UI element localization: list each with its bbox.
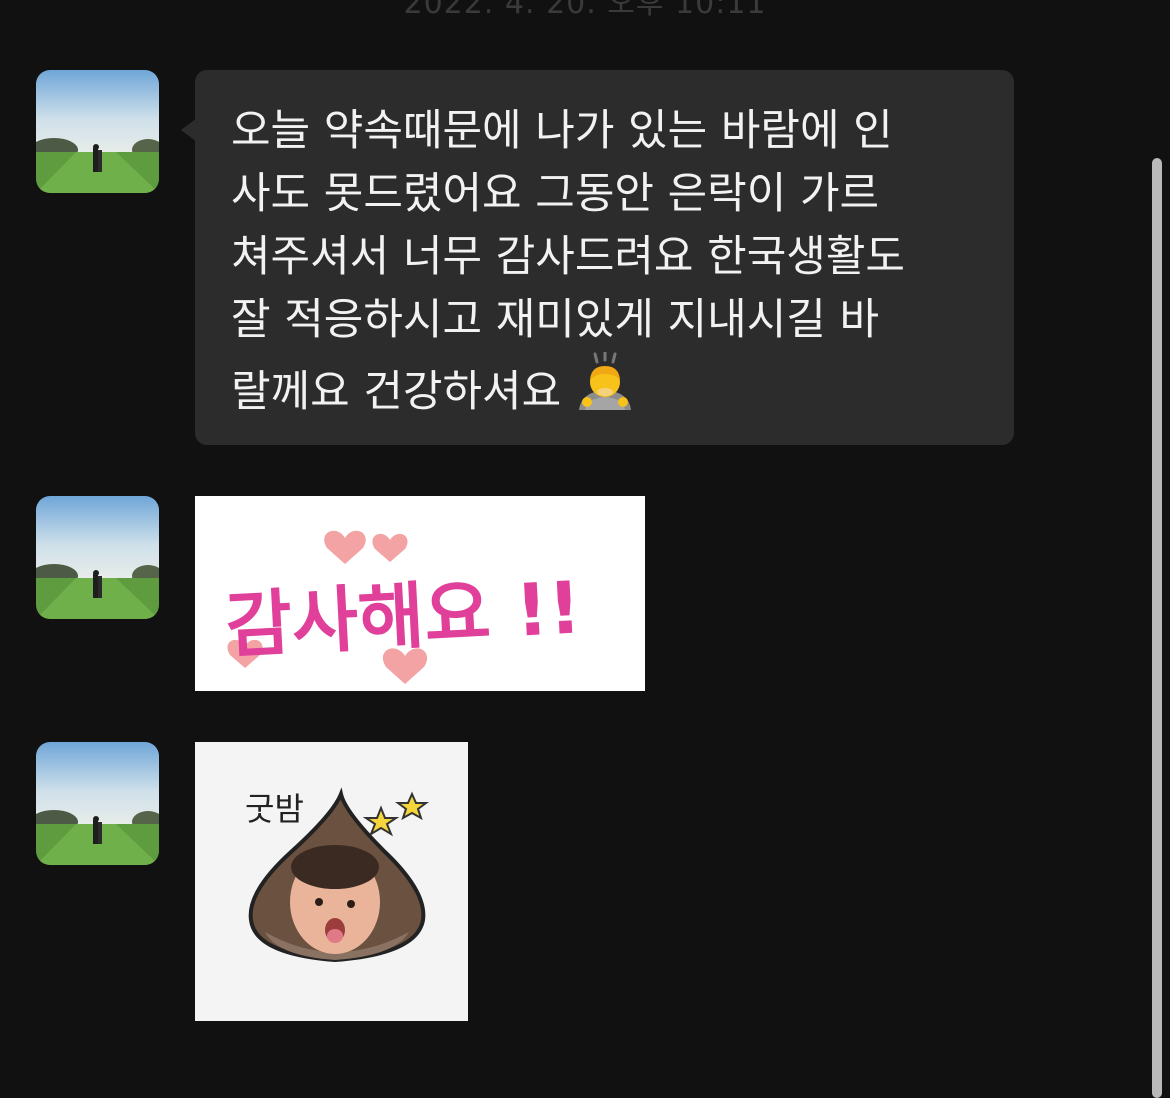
- bowing-person-icon: [575, 350, 635, 432]
- avatar[interactable]: [36, 70, 159, 193]
- message-text-line: 사도 못드렸어요 그동안 은락이 가르: [231, 169, 880, 219]
- avatar-photo: [36, 742, 159, 865]
- avatar[interactable]: [36, 496, 159, 619]
- date-header: 2022. 4. 20. 오후 10:11: [403, 0, 767, 21]
- message-text-line: 오늘 약속때문에 나가 있는 바람에 인: [231, 106, 893, 156]
- bubble-tail: [181, 118, 197, 142]
- heart-icon: [324, 530, 366, 564]
- thanks-sticker[interactable]: 감사해요 !!: [195, 496, 645, 691]
- chat-screen: 2022. 4. 20. 오후 10:11 오늘 약속때문에 나가 있는 바람에…: [0, 0, 1170, 1098]
- heart-icon: [372, 533, 408, 562]
- sticker-text: 감사해요 !!: [224, 565, 584, 668]
- message-text-line-last: 랄께요 건강하셔요: [231, 350, 994, 432]
- message-text: 랄께요 건강하셔요: [231, 367, 562, 417]
- avatar-photo: [36, 496, 159, 619]
- thanks-sticker-art: 감사해요 !!: [224, 530, 584, 684]
- avatar-photo: [36, 70, 159, 193]
- avatar[interactable]: [36, 742, 159, 865]
- star-icon: [362, 805, 400, 837]
- scrollbar[interactable]: [1152, 158, 1162, 1098]
- message-text-line: 잘 적응하시고 재미있게 지내시길 바: [231, 295, 880, 345]
- message-bubble[interactable]: 오늘 약속때문에 나가 있는 바람에 인 사도 못드렸어요 그동안 은락이 가르…: [181, 70, 1014, 445]
- good-night-sticker-art: 굿밤: [245, 787, 429, 963]
- star-icon: [395, 791, 429, 821]
- good-night-sticker[interactable]: 굿밤: [195, 742, 468, 1021]
- sticker-text: 굿밤: [245, 790, 304, 828]
- message-text-line: 쳐주셔서 너무 감사드려요 한국생활도: [231, 232, 905, 282]
